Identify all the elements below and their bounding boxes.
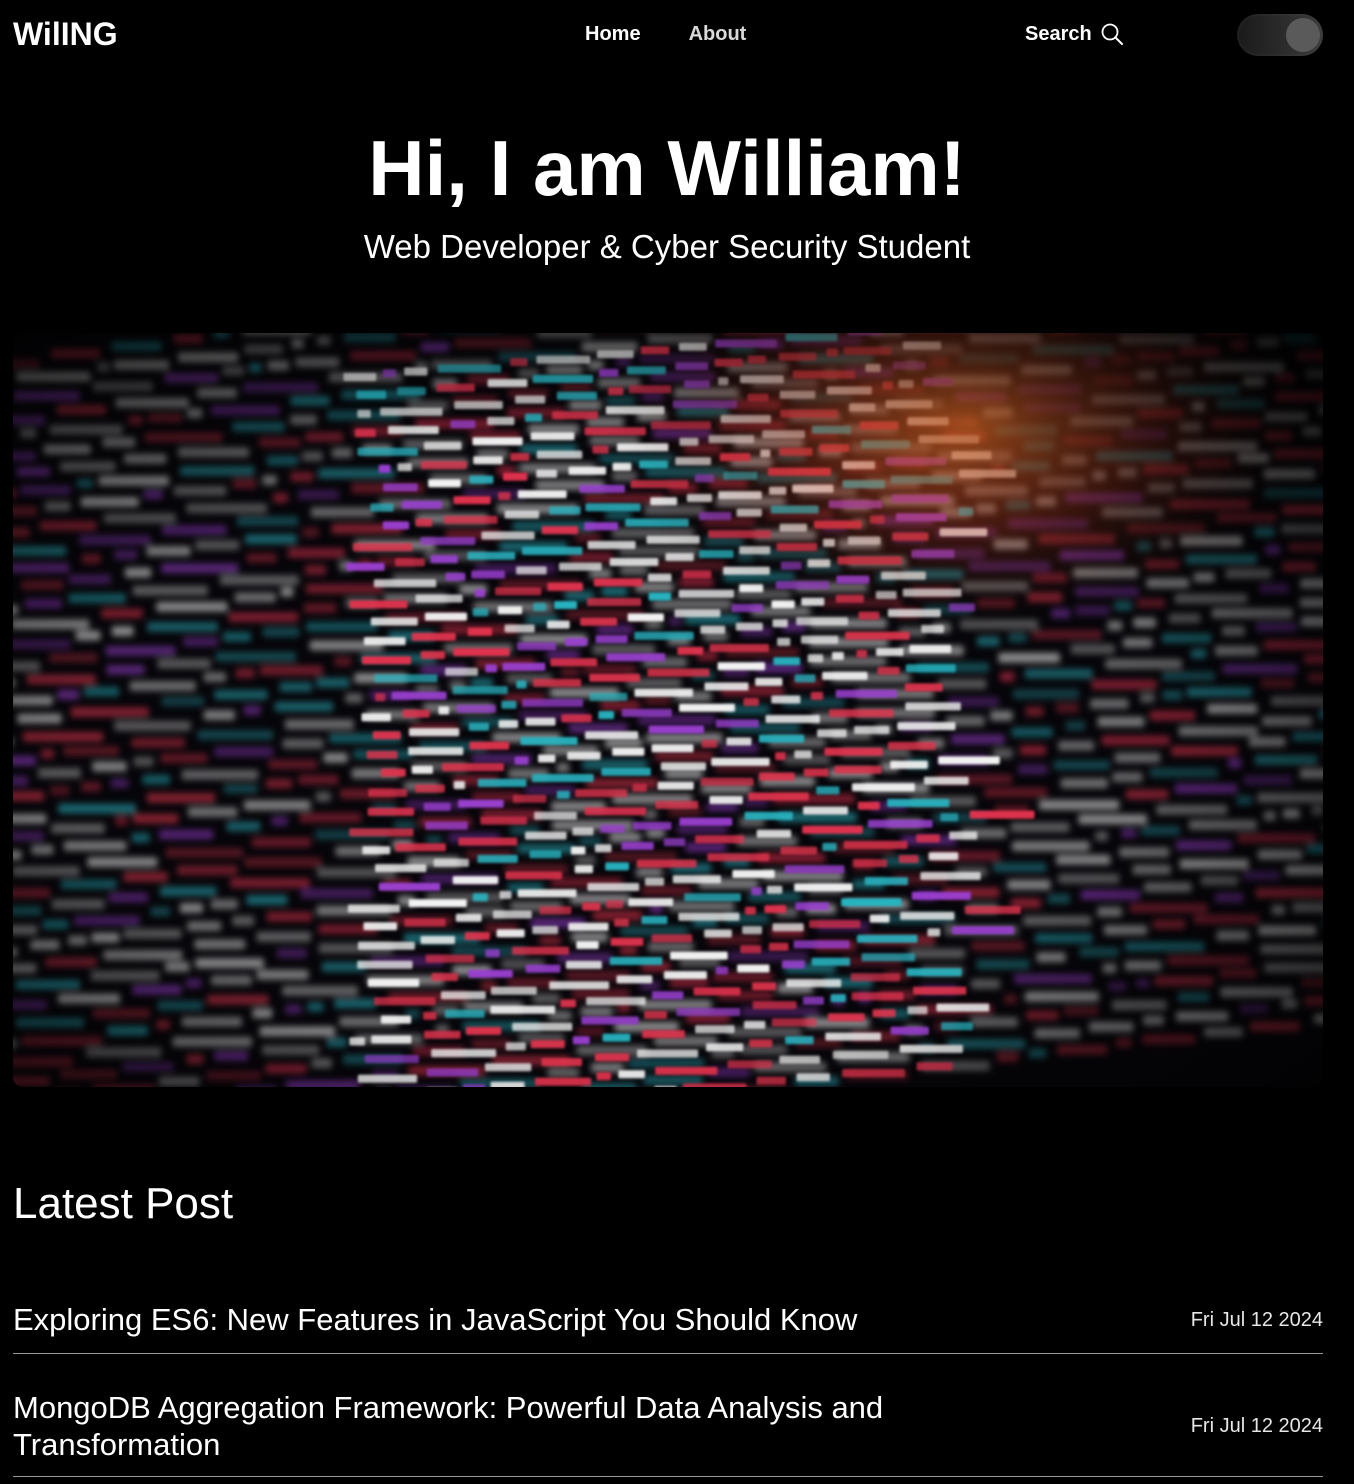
post-item[interactable]: Exploring ES6: New Features in JavaScrip…: [13, 1286, 1323, 1354]
hero-code-image: [13, 333, 1323, 1087]
post-date: Fri Jul 12 2024: [1190, 1308, 1323, 1331]
nav-about-link[interactable]: About: [689, 20, 747, 48]
search-label: Search: [1025, 23, 1092, 45]
page: WilING Home About Search Hi, I am Willia…: [0, 0, 1354, 1484]
hero-title: Hi, I am William!: [368, 124, 966, 212]
latest-post-heading: Latest Post: [13, 1179, 234, 1228]
post-title[interactable]: MongoDB Aggregation Framework: Powerful …: [13, 1389, 973, 1463]
nav-home-link[interactable]: Home: [585, 20, 641, 48]
site-header: WilING Home About Search: [0, 0, 1354, 70]
code-image-art: [13, 333, 1323, 1087]
post-date: Fri Jul 12 2024: [1190, 1415, 1323, 1437]
theme-toggle-knob: [1286, 18, 1320, 52]
theme-toggle[interactable]: [1237, 14, 1323, 56]
search-button[interactable]: Search: [1025, 20, 1124, 48]
post-item[interactable]: MongoDB Aggregation Framework: Powerful …: [13, 1376, 1323, 1477]
site-logo[interactable]: WilING: [13, 15, 118, 53]
search-icon: [1100, 22, 1124, 46]
main-nav: Home About: [585, 20, 746, 48]
post-title[interactable]: Exploring ES6: New Features in JavaScrip…: [13, 1301, 857, 1338]
hero-subtitle: Web Developer & Cyber Security Student: [363, 228, 971, 265]
